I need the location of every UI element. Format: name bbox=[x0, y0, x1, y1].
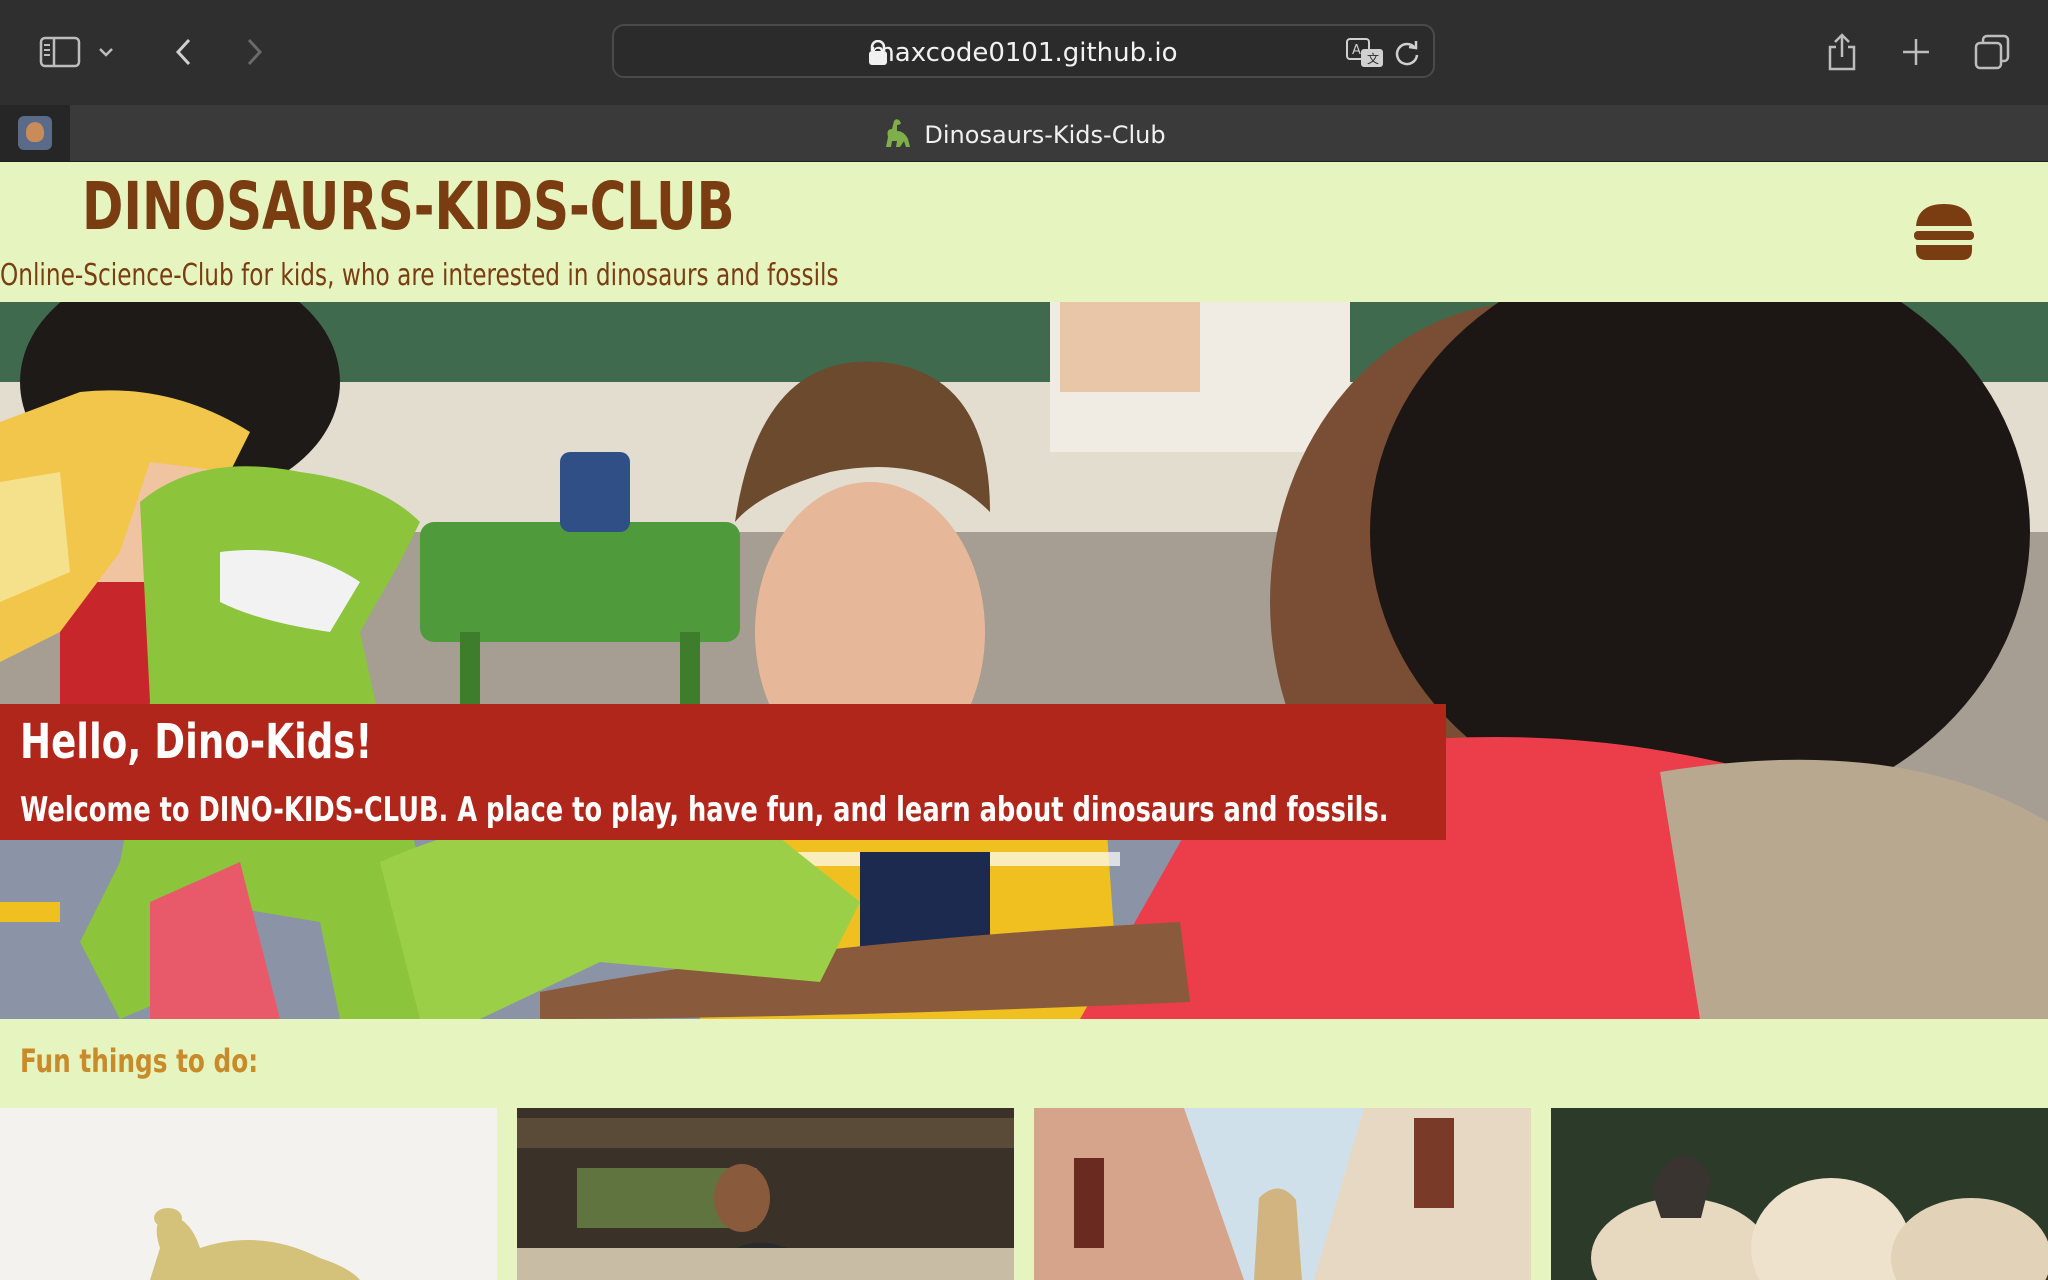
svg-text:文: 文 bbox=[1367, 51, 1379, 66]
reload-icon[interactable] bbox=[1393, 38, 1421, 73]
tab-bar: Dinosaurs-Kids-Club bbox=[0, 105, 2048, 162]
hero-banner: Hello, Dino-Kids! Welcome to DINO-KIDS-C… bbox=[0, 704, 1446, 840]
hero-text: Welcome to DINO-KIDS-CLUB. A place to pl… bbox=[20, 790, 1389, 830]
hero-heading: Hello, Dino-Kids! bbox=[20, 714, 373, 770]
card-image bbox=[517, 1108, 1014, 1280]
site-subtitle: Online-Science-Club for kids, who are in… bbox=[0, 258, 839, 293]
activity-card[interactable] bbox=[517, 1108, 1014, 1280]
activity-card[interactable] bbox=[1551, 1108, 2048, 1280]
back-icon[interactable] bbox=[160, 28, 208, 76]
browser-toolbar: maxcode0101.github.io A文 bbox=[0, 0, 2048, 105]
activity-card[interactable] bbox=[0, 1108, 497, 1280]
hero-section: Hello, Dino-Kids! Welcome to DINO-KIDS-C… bbox=[0, 302, 2048, 1019]
forward-icon[interactable] bbox=[230, 28, 278, 76]
share-icon[interactable] bbox=[1818, 28, 1866, 76]
hero-image bbox=[0, 302, 2048, 1019]
tab-active[interactable]: Dinosaurs-Kids-Club bbox=[0, 117, 2048, 155]
address-bar[interactable]: maxcode0101.github.io A文 bbox=[612, 24, 1435, 78]
hamburger-icon[interactable] bbox=[1912, 202, 1976, 262]
card-image bbox=[1034, 1108, 1531, 1280]
card-image bbox=[1551, 1108, 2048, 1280]
sidebar-icon[interactable] bbox=[36, 28, 84, 76]
dinosaur-icon bbox=[882, 117, 912, 155]
chevron-down-icon[interactable] bbox=[92, 28, 120, 76]
activity-card[interactable] bbox=[1034, 1108, 1531, 1280]
site-title[interactable]: DINOSAURS-KIDS-CLUB bbox=[82, 168, 735, 245]
tabs-overview-icon[interactable] bbox=[1968, 28, 2016, 76]
fun-heading: Fun things to do: bbox=[20, 1042, 259, 1080]
card-image bbox=[0, 1108, 497, 1280]
translate-icon[interactable]: A文 bbox=[1345, 37, 1385, 74]
url-text: maxcode0101.github.io bbox=[869, 38, 1178, 68]
svg-text:A: A bbox=[1352, 43, 1361, 58]
tab-title: Dinosaurs-Kids-Club bbox=[924, 121, 1166, 149]
plus-icon[interactable] bbox=[1892, 28, 1940, 76]
site-header: DINOSAURS-KIDS-CLUB Online-Science-Club … bbox=[0, 162, 2048, 302]
